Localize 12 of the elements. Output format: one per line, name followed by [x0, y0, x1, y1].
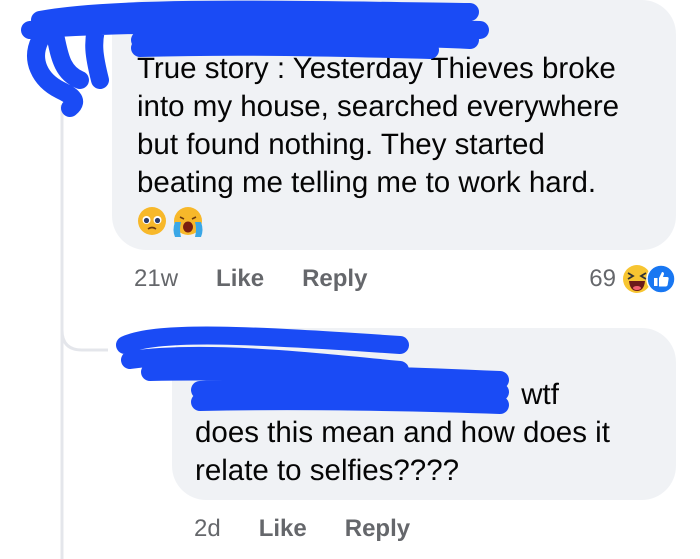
- crying-face-icon: [171, 206, 205, 238]
- like-link[interactable]: Like: [258, 515, 307, 543]
- comment-time: 2d: [194, 515, 221, 543]
- reply-link[interactable]: Reply: [344, 515, 410, 543]
- pleading-face-icon: [137, 206, 167, 236]
- like-link[interactable]: Like: [216, 265, 264, 293]
- comment-time: 21w: [134, 265, 178, 293]
- comment-text: wtf does this mean and how does it relate to selfies????: [195, 377, 611, 489]
- comment-text: True story : Yesterday Thieves broke into my house, searched everywhere but found nothing. They started beating me telling me to work hard.: [137, 51, 620, 201]
- reply-link[interactable]: Reply: [302, 265, 368, 293]
- like-icon: [646, 264, 676, 294]
- reaction-count: 69: [589, 265, 616, 293]
